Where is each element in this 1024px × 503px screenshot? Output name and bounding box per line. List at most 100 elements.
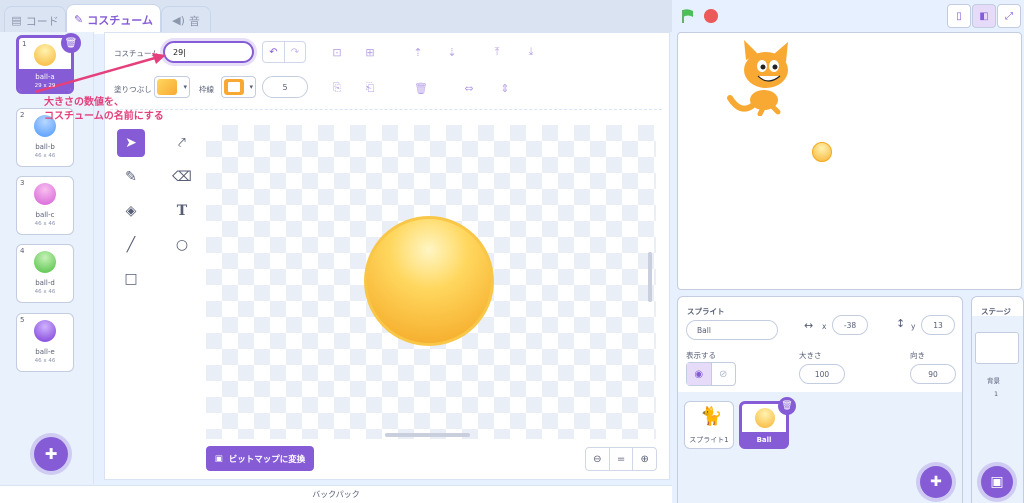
ungroup-icon[interactable]: ⊞: [361, 43, 379, 61]
costume-tile-4[interactable]: 4 ball-d 46 x 46: [16, 244, 74, 303]
ball-shape[interactable]: [364, 216, 494, 346]
redo-icon[interactable]: ↷: [284, 42, 305, 62]
eraser-tool-icon[interactable]: ⌫: [168, 163, 196, 191]
choose-costume-button[interactable]: ✚: [34, 437, 68, 471]
convert-to-bitmap-label: ビットマップに変換: [228, 454, 306, 465]
speaker-icon: ◀): [172, 14, 185, 27]
costume-size: 46 x 46: [34, 289, 56, 295]
brush-icon: ✎: [74, 13, 84, 26]
sprite-name-input[interactable]: Ball: [686, 320, 778, 340]
vertical-scrollbar[interactable]: [648, 252, 652, 302]
small-stage-icon[interactable]: ▯: [947, 4, 971, 28]
convert-to-bitmap-button[interactable]: ▣ ビットマップに変換: [206, 446, 314, 471]
fullscreen-icon[interactable]: ⤢: [997, 4, 1021, 28]
flip-horizontal-icon[interactable]: ⇔: [460, 79, 478, 97]
costume-name: ball-d: [35, 279, 55, 287]
back-icon[interactable]: ⤓: [522, 43, 540, 61]
zoom-out-icon[interactable]: ⊖: [586, 448, 609, 470]
costume-thumbnail: [34, 183, 56, 205]
costume-name-input[interactable]: 29 |: [163, 41, 254, 63]
fill-tool-icon[interactable]: ◈: [117, 197, 145, 225]
costume-number: 4: [20, 247, 25, 255]
sprite-tile-sprite1[interactable]: 🐈 スプライト1: [684, 401, 734, 449]
backdrop-count: 1: [994, 390, 999, 398]
cat-add-icon: ✚: [930, 474, 942, 490]
cat-sprite[interactable]: [722, 38, 802, 116]
toolbar-divider: [110, 109, 662, 110]
stage-thumbnail[interactable]: [975, 332, 1019, 364]
cat-add-icon: ✚: [44, 445, 58, 463]
code-icon: ▤: [11, 14, 22, 27]
fill-color-picker[interactable]: ▾: [154, 76, 190, 98]
ball-thumbnail: [755, 408, 775, 428]
backpack-bar[interactable]: バックパック: [0, 485, 672, 503]
trash-icon[interactable]: 🗑: [412, 79, 430, 97]
line-tool-icon[interactable]: ╱: [117, 231, 145, 259]
y-arrows-icon: ↕: [896, 317, 906, 330]
circle-tool-icon[interactable]: ○: [168, 231, 196, 259]
annotation-line-1: 大きさの数値を、: [44, 97, 124, 108]
undo-icon[interactable]: ↶: [263, 42, 284, 62]
y-value: 13: [933, 320, 943, 330]
show-eye-icon[interactable]: ◉: [687, 363, 712, 385]
cat-thumbnail-icon: 🐈: [700, 406, 723, 427]
costume-number: 5: [20, 316, 25, 324]
choose-sprite-button[interactable]: ✚: [920, 466, 952, 498]
rectangle-tool-icon[interactable]: □: [117, 265, 145, 293]
normal-stage-icon[interactable]: ◧: [972, 4, 996, 28]
y-input[interactable]: 13: [921, 315, 955, 335]
choose-backdrop-button[interactable]: ▣: [981, 466, 1013, 498]
horizontal-scrollbar[interactable]: [385, 433, 470, 437]
x-label: x: [822, 322, 827, 331]
reshape-tool-icon[interactable]: ⤤: [168, 129, 196, 157]
group-icon[interactable]: ⊡: [328, 43, 346, 61]
y-label: y: [911, 322, 916, 331]
copy-icon[interactable]: ⎘: [328, 79, 346, 97]
costume-tile-5[interactable]: 5 ball-e 46 x 46: [16, 313, 74, 372]
costume-size: 46 x 46: [34, 358, 56, 364]
direction-input[interactable]: 90: [910, 364, 956, 384]
cat-pupil-left: [760, 64, 766, 70]
outline-color-picker[interactable]: ▾: [221, 76, 256, 98]
forward-icon[interactable]: ⇡: [409, 43, 427, 61]
x-input[interactable]: -38: [832, 315, 868, 335]
size-value: 100: [814, 369, 830, 379]
brush-tool-icon[interactable]: ✎: [117, 163, 145, 191]
tab-sounds[interactable]: ◀) 音: [161, 6, 211, 34]
size-input[interactable]: 100: [799, 364, 845, 384]
costume-number: 1: [22, 40, 27, 48]
paste-icon[interactable]: ⎗: [361, 79, 379, 97]
tab-code[interactable]: ▤ コード: [4, 6, 66, 34]
size-label: 大きさ: [799, 351, 822, 360]
delete-costume-icon[interactable]: 🗑: [61, 33, 81, 53]
zoom-in-icon[interactable]: ⊕: [633, 448, 656, 470]
outline-width-value: 5: [282, 82, 288, 92]
green-flag-icon[interactable]: [680, 8, 696, 24]
delete-sprite-icon[interactable]: 🗑: [778, 397, 796, 415]
outline-width-input[interactable]: 5: [262, 76, 308, 98]
hide-eye-icon[interactable]: ⊘: [712, 363, 736, 385]
ball-sprite[interactable]: [812, 142, 832, 162]
editor-tabbar: ▤ コード ✎ コスチューム ◀) 音: [0, 0, 672, 34]
x-arrows-icon: ↔: [804, 319, 814, 332]
sprite-tile-name: スプライト1: [689, 436, 729, 444]
select-tool-icon[interactable]: ➤: [117, 129, 145, 157]
costume-tile-3[interactable]: 3 ball-c 46 x 46: [16, 176, 74, 235]
costume-name: ball-c: [35, 211, 55, 219]
zoom-controls: ⊖ = ⊕: [585, 447, 657, 471]
front-icon[interactable]: ⤒: [488, 43, 506, 61]
costume-thumbnail: [34, 251, 56, 273]
costume-number: 3: [20, 179, 25, 187]
zoom-reset-icon[interactable]: =: [608, 448, 634, 470]
text-tool-icon[interactable]: T: [168, 197, 196, 225]
cat-pupil-right: [772, 64, 778, 70]
fill-swatch: [157, 79, 177, 95]
tab-costumes[interactable]: ✎ コスチューム: [66, 4, 161, 34]
image-add-icon: ▣: [990, 474, 1004, 490]
chevron-down-icon: ▾: [183, 83, 187, 91]
backward-icon[interactable]: ⇣: [443, 43, 461, 61]
costume-size: 29 x 29: [34, 83, 56, 89]
flip-vertical-icon[interactable]: ⇕: [496, 79, 514, 97]
stop-icon[interactable]: [704, 9, 718, 23]
stage-title: ステージ: [981, 307, 1011, 316]
